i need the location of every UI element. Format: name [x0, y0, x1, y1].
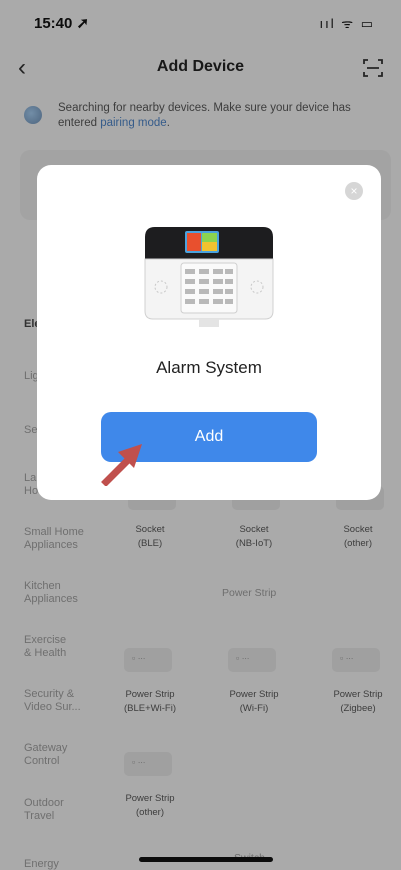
annotation-arrow-icon [101, 444, 142, 486]
device-name: Alarm System [156, 358, 262, 377]
device-found-dialog: × Alarm System Add [37, 165, 381, 500]
close-icon[interactable]: × [345, 182, 363, 200]
alarm-system-image [144, 227, 274, 327]
